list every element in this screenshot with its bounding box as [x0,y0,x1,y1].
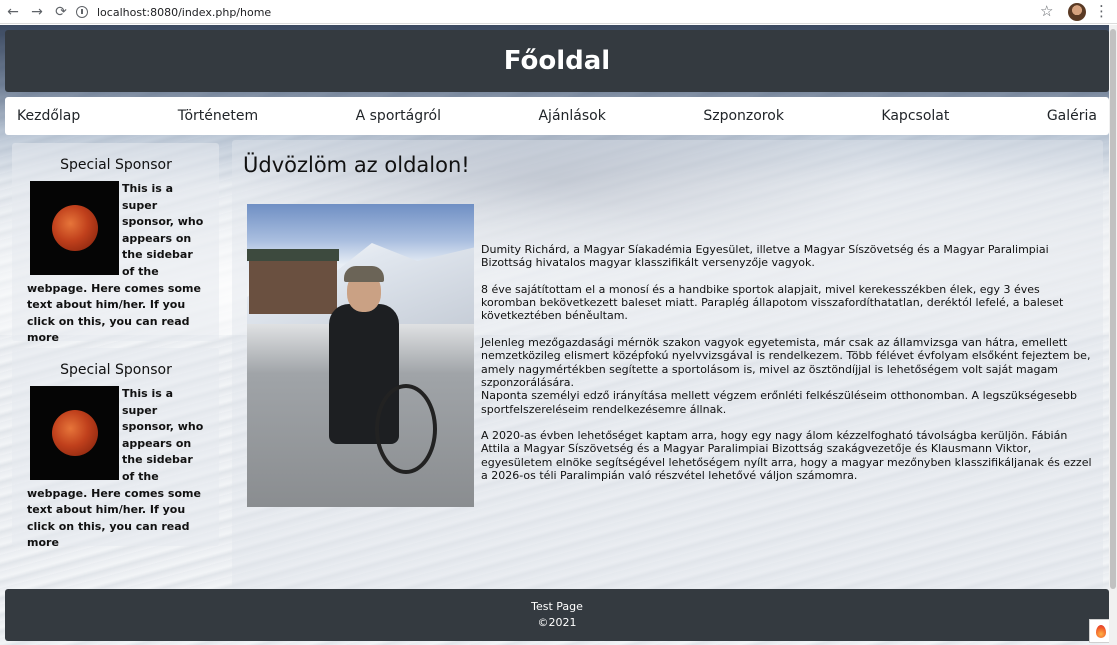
bookmark-star-icon[interactable]: ☆ [1040,2,1053,20]
browser-menu-icon[interactable]: ⋮ [1094,2,1109,20]
reload-icon[interactable]: ⟳ [50,1,72,23]
forward-icon[interactable]: → [26,1,48,23]
footer-title: Test Page [531,600,583,613]
footer-copyright: ©2021 [537,616,577,629]
site-footer: Test Page ©2021 [5,589,1109,641]
profile-avatar[interactable] [1068,3,1086,21]
address-bar[interactable]: localhost:8080/index.php/home [76,3,1061,21]
nav-item-szponzorok[interactable]: Szponzorok [703,108,784,124]
page-viewport: Főoldal Kezdőlap Történetem A sportágról… [0,25,1117,645]
intro-paragraph: Jelenleg mezőgazdasági mérnök szakon vag… [481,336,1091,389]
nav-item-kezdolap[interactable]: Kezdőlap [17,108,80,124]
intro-paragraph: A 2020-as évben lehetőséget kaptam arra,… [481,429,1092,483]
intro-paragraph: Dumity Richárd, a Magyar Síakadémia Egye… [481,243,1049,270]
nav-item-sportagrol[interactable]: A sportágról [356,108,441,124]
intro-paragraph: Naponta személyi edző irányítása mellett… [481,389,1077,416]
welcome-heading: Üdvözlöm az oldalon! [243,153,470,177]
page-scrollbar[interactable] [1109,25,1117,645]
back-icon[interactable]: ← [2,1,24,23]
intro-text: Dumity Richárd, a Magyar Síakadémia Egye… [481,243,1093,496]
nav-item-tortenetem[interactable]: Történetem [178,108,258,124]
browser-toolbar: ← → ⟳ localhost:8080/index.php/home ☆ ⋮ [0,0,1117,24]
sponsor-sidebar: Special Sponsor This is a super sponsor,… [12,143,219,589]
info-icon[interactable] [76,6,88,18]
site-header: Főoldal [5,30,1109,92]
sponsor-title: Special Sponsor [60,157,172,173]
intro-paragraph: 8 éve sajátítottam el a monosí és a hand… [481,282,1064,323]
url-text[interactable]: localhost:8080/index.php/home [97,6,271,19]
main-content: Üdvözlöm az oldalon! Dumity Richárd, a M… [232,140,1103,589]
nav-item-kapcsolat[interactable]: Kapcsolat [881,108,949,124]
sponsor-card[interactable]: Special Sponsor This is a super sponsor,… [12,348,219,549]
nav-item-galeria[interactable]: Galéria [1047,108,1097,124]
sponsor-moon-image [30,181,119,275]
nav-item-ajanlasok[interactable]: Ajánlások [538,108,605,124]
athlete-photo [247,204,474,507]
page-title: Főoldal [503,46,611,76]
sponsor-moon-image [30,386,119,480]
main-navbar: Kezdőlap Történetem A sportágról Ajánlás… [5,97,1109,135]
sponsor-title: Special Sponsor [60,362,172,378]
sponsor-card[interactable]: Special Sponsor This is a super sponsor,… [12,143,219,344]
